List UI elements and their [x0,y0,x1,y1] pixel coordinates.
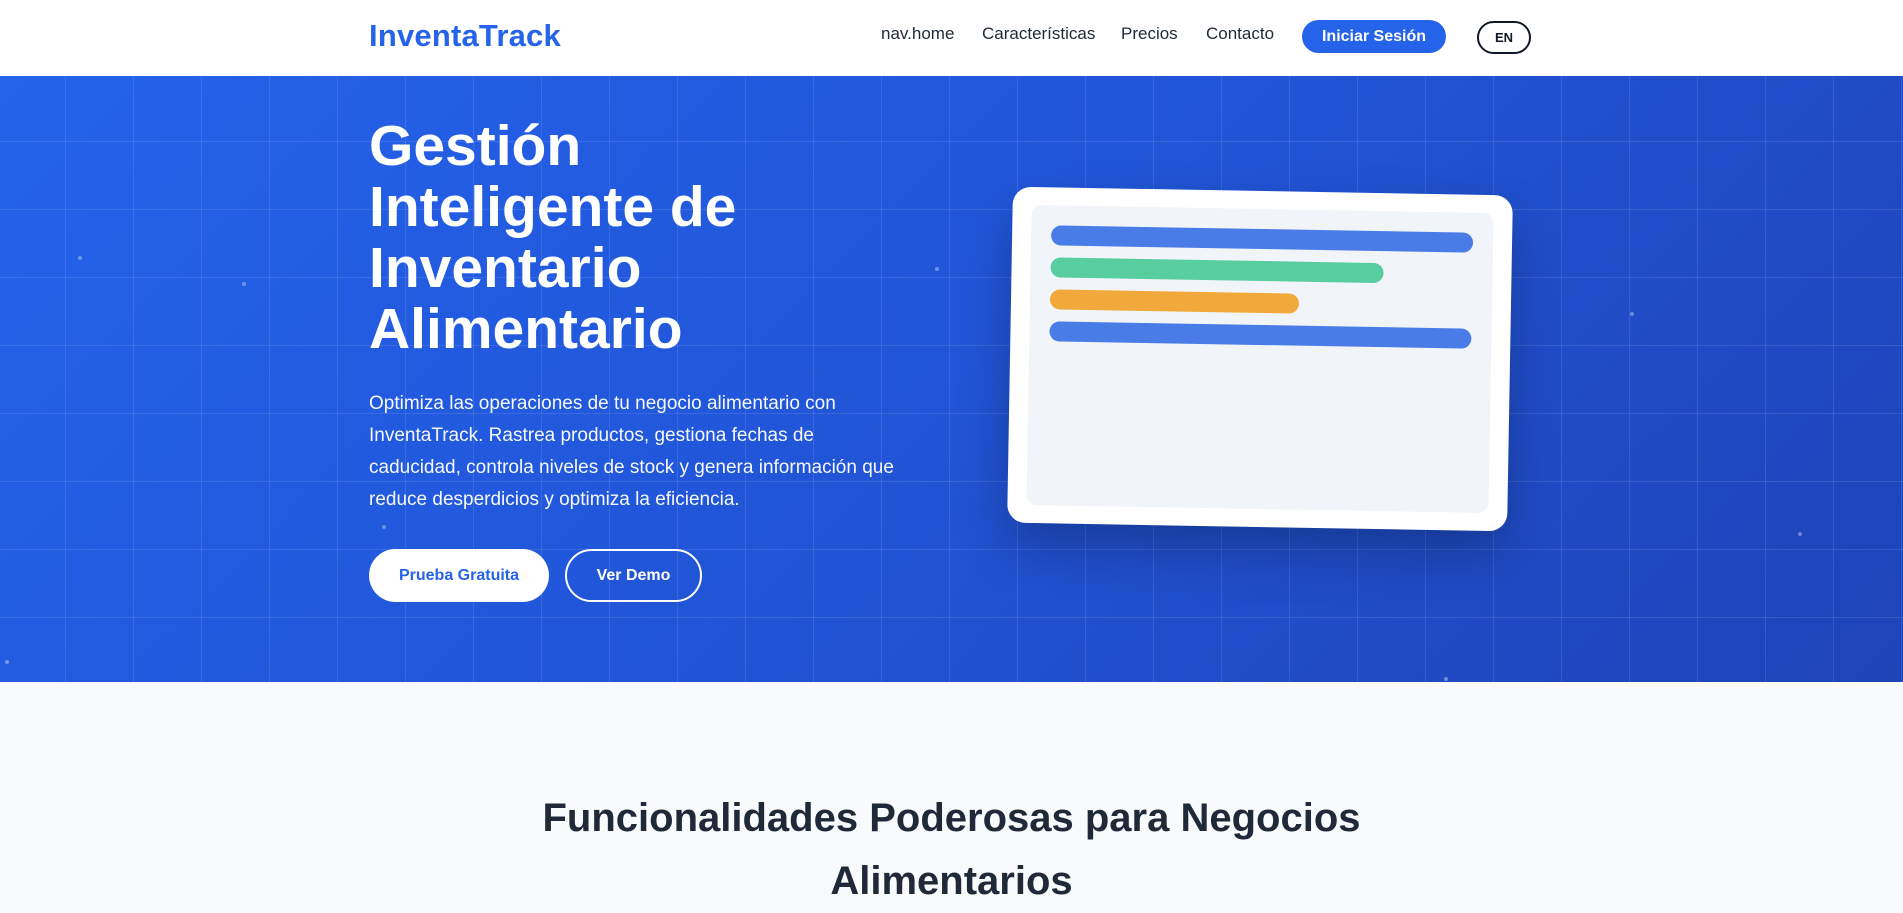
decorative-dot [382,525,386,529]
free-trial-button[interactable]: Prueba Gratuita [369,549,549,602]
nav-link-pricing[interactable]: Precios [1121,24,1178,44]
hero-title: Gestión Inteligente de Inventario Alimen… [369,114,737,361]
hero-grid-background [0,76,1903,682]
features-section: Funcionalidades Poderosas para Negocios … [0,682,1903,913]
mockup-bar [1050,257,1385,284]
mockup-bar [1049,289,1300,314]
decorative-dot [1798,532,1802,536]
decorative-dot [242,282,246,286]
decorative-dot [1630,312,1634,316]
nav-link-contact[interactable]: Contacto [1206,24,1274,44]
mockup-bar [1049,321,1472,349]
brand-logo[interactable]: InventaTrack [369,18,561,54]
hero-description: Optimiza las operaciones de tu negocio a… [369,393,894,510]
nav-link-home[interactable]: nav.home [881,24,954,44]
decorative-dot [935,267,939,271]
mockup-screen [1026,204,1494,514]
decorative-dot [1444,677,1448,681]
navbar: InventaTrack nav.home Características Pr… [0,0,1903,76]
features-title-line: Funcionalidades Poderosas para Negocios [542,796,1361,840]
dashboard-mockup [1007,186,1513,532]
decorative-dot [5,660,9,664]
mockup-bar [1050,225,1474,253]
login-button[interactable]: Iniciar Sesión [1302,20,1446,53]
features-title: Funcionalidades Poderosas para Negocios … [0,787,1903,913]
language-toggle-button[interactable]: EN [1477,21,1531,54]
hero-section: Gestión Inteligente de Inventario Alimen… [0,76,1903,682]
nav-link-features[interactable]: Características [982,24,1095,44]
decorative-dot [78,256,82,260]
view-demo-button[interactable]: Ver Demo [565,549,702,602]
features-title-line: Alimentarios [830,859,1073,903]
